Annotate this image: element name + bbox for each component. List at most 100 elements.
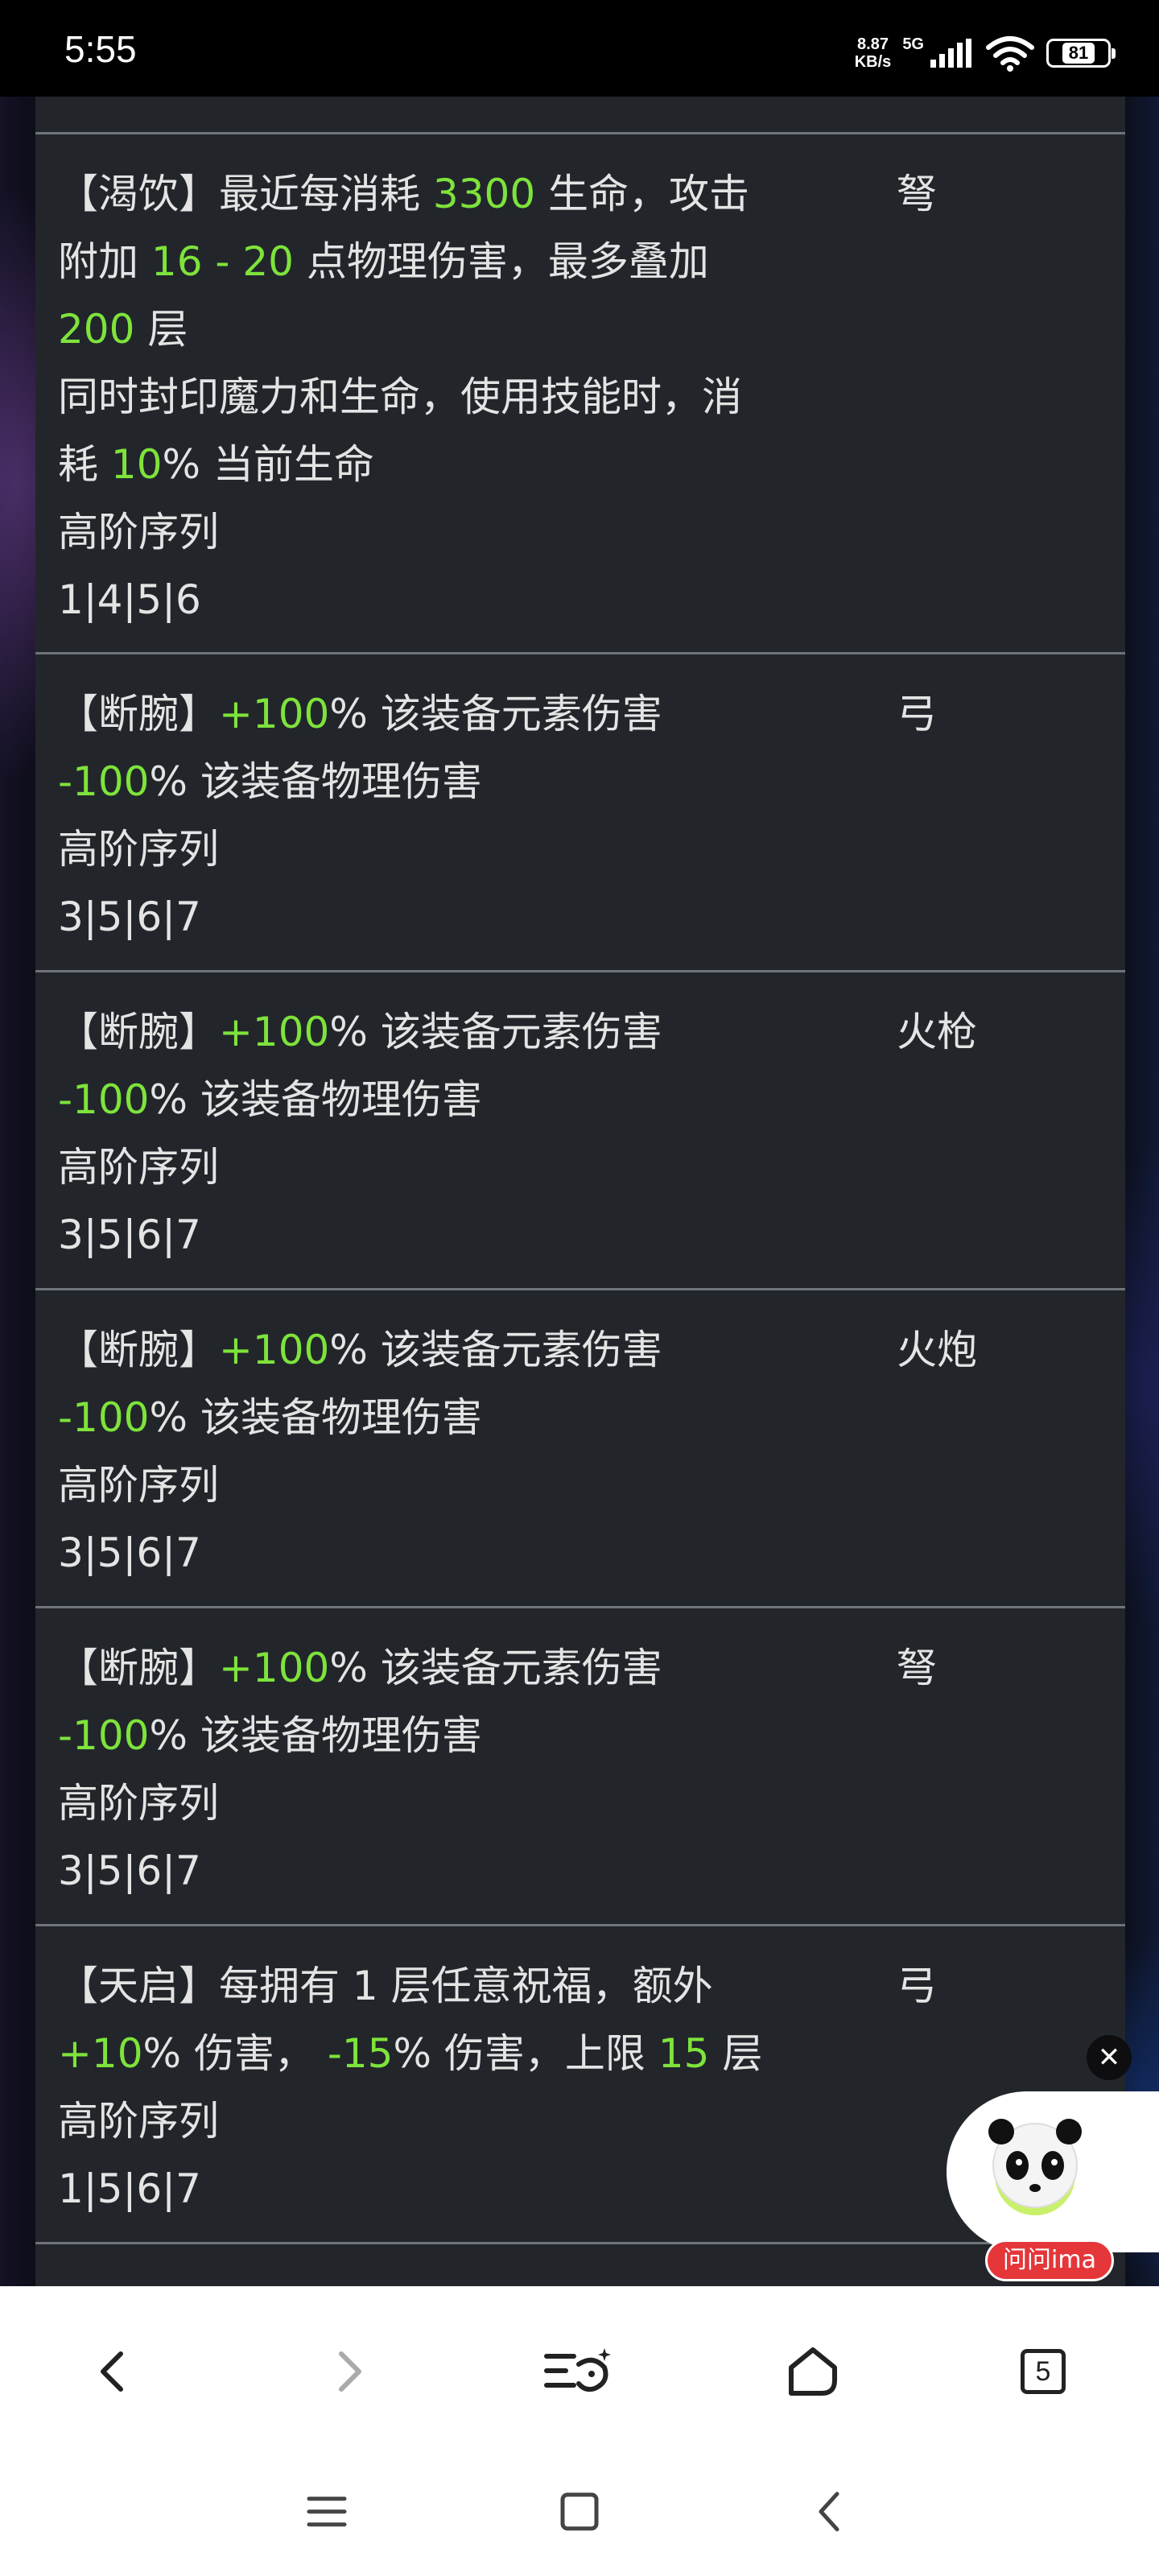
description-text: 高阶序列: [58, 1780, 219, 1827]
description-line: 【断腕】+100% 该装备元素伤害: [58, 680, 871, 748]
description-text: 高阶序列: [58, 826, 219, 873]
home-icon: [789, 2347, 837, 2396]
forward-button[interactable]: [309, 2331, 390, 2412]
affix-description: 【断腕】+100% 该装备元素伤害 -100% 该装备物理伤害 高阶序列 3|5|6|…: [58, 1316, 871, 1587]
browser-toolbar: 5: [0, 2286, 1159, 2447]
description-text: 生命，攻击: [535, 171, 750, 217]
description-line: 【断腕】+100% 该装备元素伤害: [58, 1316, 871, 1384]
description-text: 3|5|6|7: [58, 1847, 201, 1894]
description-line: 3|5|6|7: [58, 883, 871, 951]
description-line: 【渴饮】最近每消耗 3300 生命，攻击: [58, 160, 871, 228]
assistant-bubble[interactable]: [947, 2091, 1159, 2252]
ai-reading-icon: [544, 2348, 611, 2392]
system-home-button[interactable]: [539, 2479, 620, 2544]
description-line: 1|5|6|7: [58, 2155, 871, 2223]
description-line: 高阶序列: [58, 1769, 871, 1837]
description-line: 高阶序列: [58, 815, 871, 883]
weapon-type: 弓: [897, 691, 937, 737]
description-text: 同时封印魔力和生命，使用技能时，消: [58, 374, 742, 420]
signal-icon: [930, 39, 971, 68]
ask-ima-badge[interactable]: 问问ima: [985, 2240, 1114, 2281]
description-text: 高阶序列: [58, 509, 219, 555]
affix-description: 【断腕】+100% 该装备元素伤害 -100% 该装备物理伤害 高阶序列 3|5|6|…: [58, 998, 871, 1269]
panda-avatar-icon: [988, 2119, 1082, 2215]
status-indicators: 8.87 KB/s 5G 81: [855, 29, 1116, 77]
description-text: 层: [134, 306, 188, 353]
highlight-value: +10: [58, 2030, 143, 2077]
battery-level: 81: [1062, 43, 1095, 64]
highlight-value: 10: [110, 441, 163, 488]
description-text: 高阶序列: [58, 2098, 219, 2145]
description-text: % 该装备物理伤害: [149, 758, 482, 805]
battery-icon: 81: [1046, 39, 1116, 68]
weapon-type: 火炮: [897, 1327, 977, 1373]
affix-description: 【断腕】+100% 该装备元素伤害 -100% 该装备物理伤害 高阶序列 3|5|6|…: [58, 680, 871, 951]
description-line: -100% 该装备物理伤害: [58, 1384, 871, 1451]
description-text: % 该装备元素伤害: [329, 1645, 662, 1691]
description-text: 3|5|6|7: [58, 894, 201, 940]
forward-icon: [339, 2351, 361, 2392]
description-text: % 伤害，: [142, 2030, 328, 2077]
description-line: 1|4|5|6: [58, 566, 871, 634]
ai-reading-button[interactable]: [538, 2331, 618, 2412]
home-square-icon: [560, 2492, 599, 2531]
table-row: 【渴饮】最近每消耗 3300 生命，攻击 附加 16 - 20 点物理伤害，最多叠…: [35, 132, 1125, 652]
description-line: -100% 该装备物理伤害: [58, 748, 871, 815]
back-button[interactable]: [72, 2331, 153, 2412]
affix-description: 【渴饮】最近每消耗 3300 生命，攻击 附加 16 - 20 点物理伤害，最多叠…: [58, 160, 871, 634]
description-text: 附加: [58, 238, 151, 285]
description-text: % 伤害，上限: [393, 2030, 658, 2077]
description-line: 【断腕】+100% 该装备元素伤害: [58, 998, 871, 1066]
table-row: 【断腕】+100% 该装备元素伤害 -100% 该装备物理伤害 高阶序列 3|5|6|…: [35, 1288, 1125, 1606]
description-text: 3|5|6|7: [58, 1530, 201, 1576]
description-line: 同时封印魔力和生命，使用技能时，消: [58, 363, 871, 431]
highlight-value: -100: [58, 1712, 150, 1759]
description-line: 3|5|6|7: [58, 1837, 871, 1905]
description-line: -100% 该装备物理伤害: [58, 1702, 871, 1769]
status-time: 5:55: [64, 28, 137, 70]
recent-apps-icon: [307, 2496, 347, 2527]
description-line: 高阶序列: [58, 1451, 871, 1519]
weapon-type: 弩: [897, 171, 937, 217]
description-line: 耗 10% 当前生命: [58, 431, 871, 498]
description-text: % 该装备元素伤害: [329, 1327, 662, 1373]
highlight-value: +100: [219, 1009, 330, 1055]
description-text: % 该装备元素伤害: [329, 691, 662, 737]
description-text: % 该装备物理伤害: [149, 1712, 482, 1759]
description-text: % 当前生命: [162, 441, 374, 488]
tabs-button[interactable]: 5: [1003, 2331, 1083, 2412]
status-bar: 5:55 8.87 KB/s 5G 81: [0, 0, 1159, 97]
weapon-type: 火枪: [897, 1009, 977, 1055]
description-line: -100% 该装备物理伤害: [58, 1066, 871, 1133]
description-text: 高阶序列: [58, 1462, 219, 1509]
description-text: 【断腕】: [58, 1645, 219, 1691]
highlight-value: 15: [658, 2030, 710, 2077]
home-button[interactable]: [773, 2331, 853, 2412]
highlight-value: -15: [327, 2030, 394, 2077]
highlight-value: +100: [219, 1327, 330, 1373]
affix-description: 【断腕】+100% 该装备元素伤害 -100% 该装备物理伤害高阶序列 3|5|6|…: [58, 1634, 871, 1905]
highlight-value: -100: [58, 758, 150, 805]
network-speed: 8.87 KB/s: [855, 35, 892, 71]
table-row: 【断腕】+100% 该装备元素伤害 -100% 该装备物理伤害高阶序列 3|5|6|…: [35, 1606, 1125, 1924]
highlight-value: -100: [58, 1394, 150, 1441]
description-text: % 该装备物理伤害: [149, 1394, 482, 1441]
affix-table: 【渴饮】最近每消耗 3300 生命，攻击 附加 16 - 20 点物理伤害，最多叠…: [35, 97, 1125, 2286]
description-line: 200 层: [58, 295, 871, 363]
network-type: 5G: [902, 35, 924, 53]
table-row: 【断腕】+100% 该装备元素伤害 -100% 该装备物理伤害 高阶序列 3|5|6|…: [35, 970, 1125, 1288]
highlight-value: 200: [58, 306, 135, 353]
weapon-type: 弓: [897, 1963, 937, 2009]
recent-apps-button[interactable]: [287, 2479, 367, 2544]
description-text: 3|5|6|7: [58, 1212, 201, 1258]
description-line: +10% 伤害， -15% 伤害，上限 15 层: [58, 2020, 871, 2087]
system-back-button[interactable]: [789, 2479, 869, 2544]
highlight-value: 16 - 20: [151, 238, 294, 285]
description-text: 【天启】每拥有 1 层任意祝福，额外: [58, 1963, 713, 2009]
table-row: 【断腕】+100% 该装备元素伤害 -100% 该装备物理伤害 高阶序列 3|5|6|…: [35, 652, 1125, 970]
network-speed-value: 8.87: [857, 35, 889, 53]
assistant-close-button[interactable]: ✕: [1087, 2035, 1132, 2080]
description-line: 3|5|6|7: [58, 1519, 871, 1587]
system-back-icon: [819, 2491, 839, 2532]
highlight-value: +100: [219, 1645, 330, 1691]
